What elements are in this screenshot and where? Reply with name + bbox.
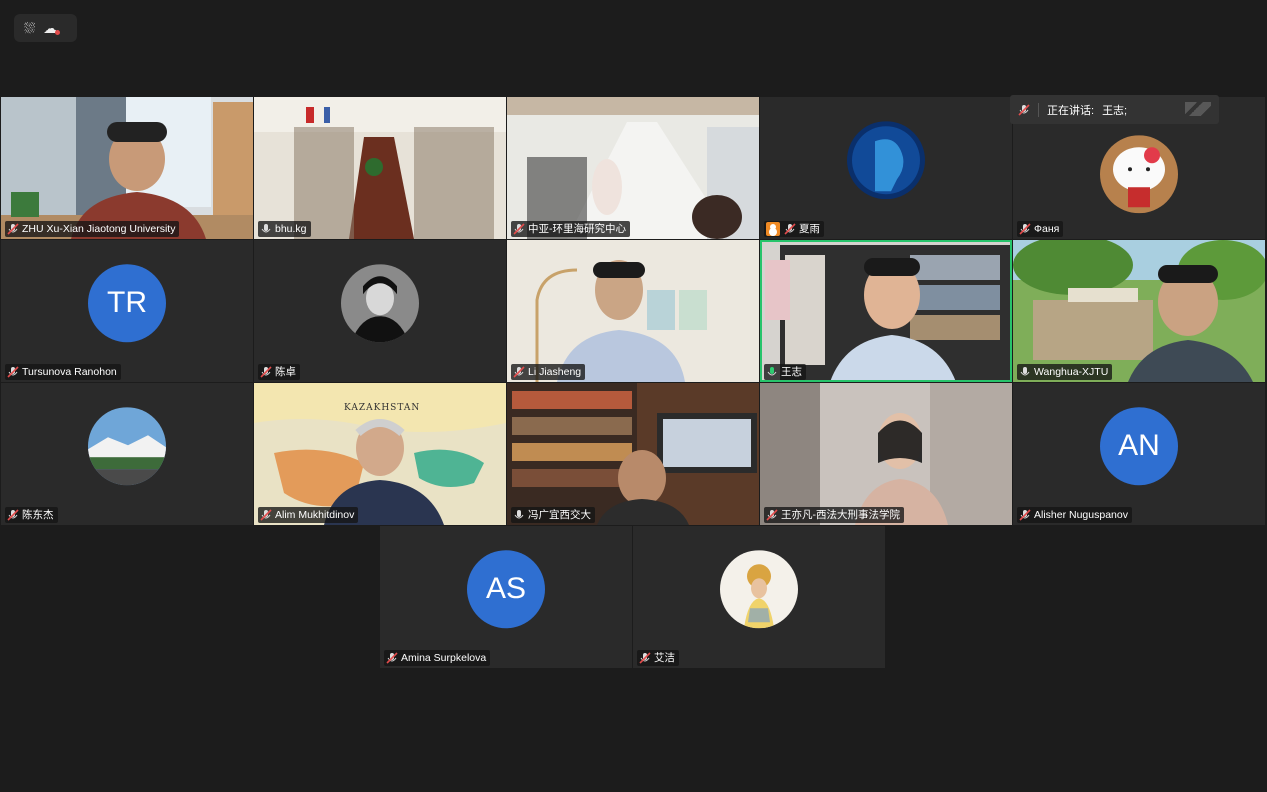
participant-initials-avatar: TR — [88, 264, 166, 343]
meeting-toolbar: ⛆ ☁ — [14, 14, 77, 42]
mic-muted-icon — [7, 223, 19, 235]
video-tile[interactable]: 冯广宜西交大 — [507, 383, 759, 525]
participant-name-label: Alisher Nuguspanov — [1017, 507, 1132, 523]
video-tile[interactable]: TR Tursunova Ranohon — [1, 240, 253, 382]
participant-name: 王志 — [781, 366, 802, 378]
video-tile[interactable]: 夏雨 — [760, 97, 1012, 239]
active-speaker-indicator: 正在讲话: 王志; — [1010, 95, 1219, 124]
map-label: KAZAKHSTAN — [344, 403, 421, 413]
participant-name-label: 王亦凡-西法大刑事法学院 — [764, 507, 904, 523]
participant-video — [760, 383, 1012, 525]
participant-name-label: 艾洁 — [637, 650, 679, 666]
participant-video — [507, 97, 759, 239]
participant-avatar — [720, 550, 798, 629]
participant-avatar — [1100, 135, 1178, 214]
participant-name-label: Amina Surpkelova — [384, 650, 491, 666]
mic-muted-icon — [260, 366, 272, 378]
mic-muted-icon — [7, 366, 19, 378]
participant-name: 王亦凡-西法大刑事法学院 — [781, 509, 900, 521]
participant-name: Li Jiasheng — [528, 366, 582, 378]
participant-name-label: bhu.kg — [258, 221, 311, 237]
participant-name: 夏雨 — [799, 223, 820, 235]
mic-speaking-icon — [766, 366, 778, 378]
mic-icon — [260, 223, 272, 235]
mic-muted-icon — [766, 509, 778, 521]
participant-name-label: 中亚-环里海研究中心 — [511, 221, 630, 237]
participant-video — [254, 97, 506, 239]
participant-name-label: Alim Mukhitdinov — [258, 507, 359, 523]
participant-name-label: 冯广宜西交大 — [511, 507, 595, 523]
participant-avatar — [341, 264, 419, 343]
mic-muted-icon — [513, 223, 525, 235]
speaker-label: 正在讲话: — [1047, 104, 1095, 117]
video-tile[interactable]: Wanghua-XJTU — [1013, 240, 1265, 382]
participant-name: bhu.kg — [275, 223, 307, 235]
video-tile[interactable]: Li Jiasheng — [507, 240, 759, 382]
video-tile[interactable]: ZHU Xu-Xian Jiaotong University — [1, 97, 253, 239]
no-recording-icon[interactable]: ⛆ — [24, 21, 35, 35]
participant-name-label: 夏雨 — [764, 221, 824, 237]
participant-name: 陈东杰 — [22, 509, 54, 521]
participant-name: ZHU Xu-Xian Jiaotong University — [22, 223, 176, 235]
cloud-recording-icon[interactable]: ☁ — [43, 21, 61, 35]
video-tile-active-speaker[interactable]: 王志 — [760, 240, 1012, 382]
video-tile[interactable]: AS Amina Surpkelova — [380, 526, 632, 668]
mic-muted-icon — [784, 223, 796, 235]
mic-muted-icon — [1019, 223, 1031, 235]
participant-name-label: Tursunova Ranohon — [5, 364, 121, 380]
participant-video — [507, 383, 759, 525]
participant-name-label: 王志 — [764, 364, 806, 380]
mic-muted-icon — [639, 652, 651, 664]
participant-video — [507, 240, 759, 382]
video-tile[interactable]: 中亚-环里海研究中心 — [507, 97, 759, 239]
video-tile[interactable]: 陈东杰 — [1, 383, 253, 525]
mic-icon — [513, 509, 525, 521]
participant-name-label: ZHU Xu-Xian Jiaotong University — [5, 221, 180, 237]
participant-avatar — [88, 407, 166, 486]
participant-name: Tursunova Ranohon — [22, 366, 117, 378]
participant-name-label: Фаня — [1017, 221, 1064, 237]
participant-name: Amina Surpkelova — [401, 652, 487, 664]
video-tile[interactable]: 陈卓 — [254, 240, 506, 382]
participant-name-label: Li Jiasheng — [511, 364, 586, 380]
mic-muted-icon — [1018, 103, 1030, 116]
video-tile[interactable]: bhu.kg — [254, 97, 506, 239]
drag-handle-icon[interactable] — [1185, 102, 1211, 116]
speaker-name: 王志; — [1102, 104, 1128, 117]
participant-name: 中亚-环里海研究中心 — [528, 223, 626, 235]
host-icon — [766, 222, 780, 236]
participant-name: Alisher Nuguspanov — [1034, 509, 1128, 521]
participant-video — [1013, 240, 1265, 382]
mic-muted-icon — [513, 366, 525, 378]
mic-icon — [1019, 366, 1031, 378]
mic-muted-icon — [260, 509, 272, 521]
video-tile[interactable]: KAZAKHSTAN Alim Mukhitdinov — [254, 383, 506, 525]
participant-name-label: 陈卓 — [258, 364, 300, 380]
participant-name: Wanghua-XJTU — [1034, 366, 1109, 378]
participant-name-label: Wanghua-XJTU — [1017, 364, 1113, 380]
video-tile[interactable]: 王亦凡-西法大刑事法学院 — [760, 383, 1012, 525]
participant-video — [1, 97, 253, 239]
participant-initials-avatar: AS — [467, 550, 545, 629]
participant-avatar — [847, 121, 925, 200]
mic-muted-icon — [386, 652, 398, 664]
divider — [1038, 102, 1039, 117]
participant-name: 艾洁 — [654, 652, 675, 664]
participant-name: Фаня — [1034, 223, 1060, 235]
mic-muted-icon — [7, 509, 19, 521]
participant-video — [760, 240, 1012, 382]
participant-name: Alim Mukhitdinov — [275, 509, 355, 521]
mic-muted-icon — [1019, 509, 1031, 521]
participant-name-label: 陈东杰 — [5, 507, 58, 523]
video-tile[interactable]: AN Alisher Nuguspanov — [1013, 383, 1265, 525]
participant-name: 陈卓 — [275, 366, 296, 378]
participant-initials-avatar: AN — [1100, 407, 1178, 486]
participant-name: 冯广宜西交大 — [528, 509, 591, 521]
video-tile[interactable]: 艾洁 — [633, 526, 885, 668]
